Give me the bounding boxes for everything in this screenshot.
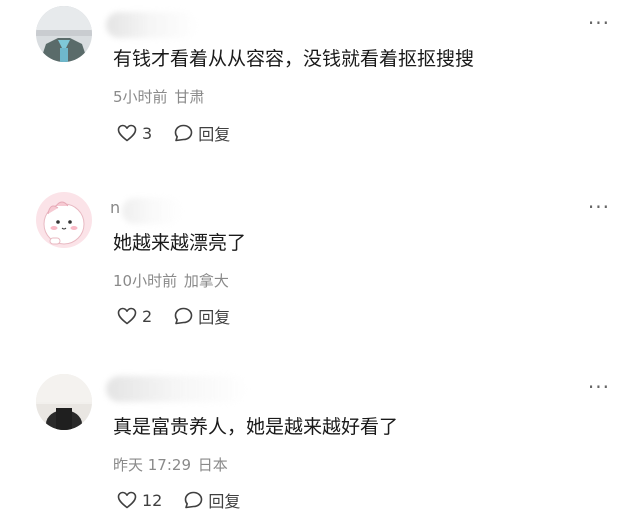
username-redacted	[106, 376, 246, 402]
comment-text: 真是富贵养人，她是越来越好看了	[113, 416, 399, 438]
more-options-button[interactable]: ···	[588, 377, 610, 397]
comment-location: 日本	[197, 456, 228, 474]
comment-actions: 12 回复	[117, 488, 240, 512]
comment-item: ··· 真是富贵养人，她是越来越好看了 昨天 17:29 日本 12 回复	[0, 0, 640, 526]
heart-icon	[117, 491, 137, 509]
avatar[interactable]	[36, 374, 92, 430]
reply-label: 回复	[208, 492, 241, 511]
like-button[interactable]: 12	[117, 491, 162, 510]
comment-time: 昨天 17:29	[113, 456, 191, 474]
comment-meta: 昨天 17:29 日本	[113, 454, 228, 475]
like-count: 12	[142, 490, 163, 510]
reply-bubble-icon	[185, 491, 203, 509]
reply-button[interactable]: 回复	[184, 488, 240, 512]
avatar-image	[36, 374, 92, 430]
